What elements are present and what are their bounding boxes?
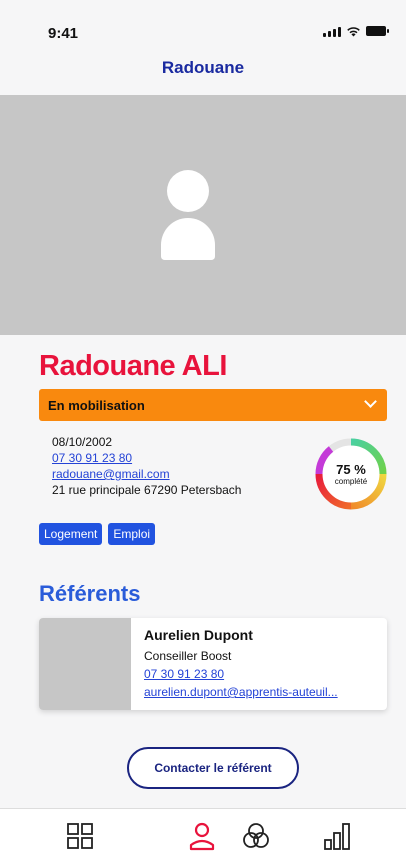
birthdate: 08/10/2002 [52,435,113,449]
chart-icon[interactable] [322,821,352,851]
phone-link[interactable]: 07 30 91 23 80 [52,450,241,466]
profile-info: 08/10/2002 07 30 91 23 80 radouane@gmail… [52,434,241,498]
referent-card[interactable]: Aurelien Dupont Conseiller Boost 07 30 9… [39,618,387,710]
page-title: Radouane [161,58,245,77]
completion-caption: complété [334,477,368,486]
grid-icon[interactable] [65,821,95,851]
profile-photo [0,95,406,335]
tab-bar [0,808,406,868]
referent-role: Conseiller Boost [144,649,232,663]
referents-title: Référents [39,581,141,606]
signal-icon [323,25,341,37]
referent-email-link[interactable]: aurelien.dupont@apprentis-auteuil... [144,685,379,699]
status-time: 9:41 [48,25,79,42]
tag-list: Logement Emploi [39,523,156,545]
referent-photo [39,618,131,710]
status-icons [323,25,389,37]
email-link[interactable]: radouane@gmail.com [52,466,241,482]
status-dropdown[interactable]: En mobilisation [39,389,387,421]
tag-emploi[interactable]: Emploi [108,523,156,545]
contact-referent-button[interactable]: Contacter le référent [127,747,299,789]
completion-value: 75 % [336,462,366,477]
profile-icon[interactable] [187,821,217,851]
chevron-down-icon [364,395,377,408]
circles-icon[interactable] [241,821,271,851]
referent-phone-link[interactable]: 07 30 91 23 80 [144,667,224,681]
profile-name: Radouane ALI [39,350,227,382]
address: 21 rue principale 67290 Petersbach [52,483,242,497]
status-bar: 9:41 [0,0,406,60]
battery-icon [366,26,389,36]
tag-logement[interactable]: Logement [39,523,103,545]
avatar-placeholder-icon [167,170,209,212]
status-dropdown-label: En mobilisation [48,397,145,413]
referent-name: Aurelien Dupont [144,627,253,643]
wifi-icon [347,26,360,36]
